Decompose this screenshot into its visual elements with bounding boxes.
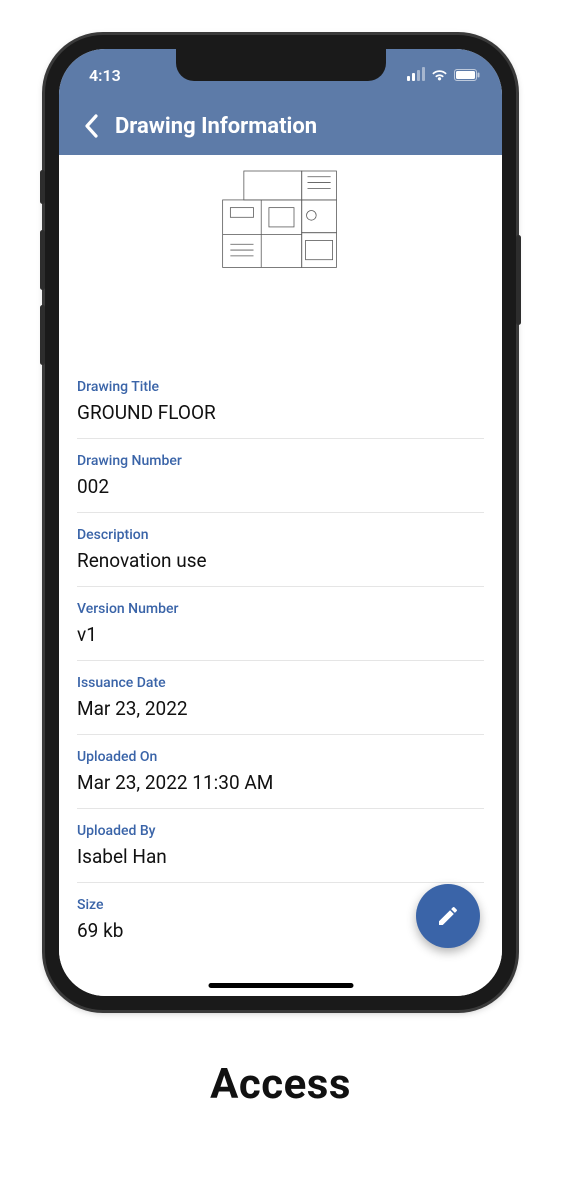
field-value: Isabel Han — [77, 845, 484, 868]
field-value: Mar 23, 2022 11:30 AM — [77, 771, 484, 794]
status-time: 4:13 — [89, 66, 121, 85]
field-value: Mar 23, 2022 — [77, 697, 484, 720]
field-label: Description — [77, 527, 484, 543]
wifi-icon — [431, 69, 448, 81]
field-label: Drawing Number — [77, 453, 484, 469]
field-issuance-date: Issuance Date Mar 23, 2022 — [77, 661, 484, 735]
field-value: Renovation use — [77, 549, 484, 572]
field-value: GROUND FLOOR — [77, 401, 484, 424]
back-button[interactable] — [75, 106, 107, 146]
details-list: Drawing Title GROUND FLOOR Drawing Numbe… — [59, 365, 502, 956]
pencil-icon — [436, 904, 460, 928]
phone-screen: 4:13 Drawing Information — [59, 49, 502, 996]
signal-icon — [407, 69, 425, 81]
field-label: Drawing Title — [77, 379, 484, 395]
floorplan-thumbnail — [213, 165, 348, 285]
mute-switch — [40, 170, 45, 204]
field-drawing-number: Drawing Number 002 — [77, 439, 484, 513]
edit-fab-button[interactable] — [416, 884, 480, 948]
content-area: Drawing Title GROUND FLOOR Drawing Numbe… — [59, 155, 502, 996]
field-version-number: Version Number v1 — [77, 587, 484, 661]
app-header: Drawing Information — [59, 97, 502, 155]
status-icons — [407, 69, 480, 81]
field-drawing-title: Drawing Title GROUND FLOOR — [77, 365, 484, 439]
field-uploaded-on: Uploaded On Mar 23, 2022 11:30 AM — [77, 735, 484, 809]
battery-icon — [454, 69, 480, 81]
field-value: v1 — [77, 623, 484, 646]
chevron-left-icon — [84, 114, 98, 138]
phone-frame: 4:13 Drawing Information — [45, 35, 516, 1010]
drawing-preview[interactable] — [59, 155, 502, 365]
field-description: Description Renovation use — [77, 513, 484, 587]
caption: Access — [0, 1060, 561, 1109]
volume-up-button — [40, 230, 45, 290]
page-title: Drawing Information — [115, 114, 317, 139]
field-label: Uploaded By — [77, 823, 484, 839]
field-label: Issuance Date — [77, 675, 484, 691]
field-label: Uploaded On — [77, 749, 484, 765]
field-value: 002 — [77, 475, 484, 498]
power-button — [516, 235, 521, 325]
volume-down-button — [40, 305, 45, 365]
field-label: Version Number — [77, 601, 484, 617]
field-uploaded-by: Uploaded By Isabel Han — [77, 809, 484, 883]
home-indicator[interactable] — [208, 983, 353, 988]
notch — [176, 49, 386, 81]
